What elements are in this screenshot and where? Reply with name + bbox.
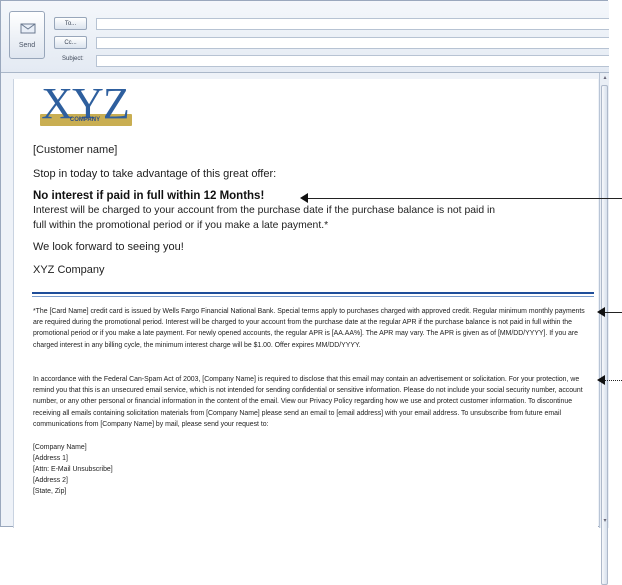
callout-line bbox=[308, 198, 622, 199]
disclosure-paragraph-2: In accordance with the Federal Can-Spam … bbox=[33, 376, 583, 428]
callout-line bbox=[605, 312, 622, 313]
callout-arrowhead bbox=[300, 193, 308, 203]
send-label: Send bbox=[18, 42, 36, 49]
offer-headline: No interest if paid in full within 12 Mo… bbox=[33, 190, 265, 202]
callout-arrowhead bbox=[597, 375, 605, 385]
interest-line-2: full within the promotional period or if… bbox=[33, 220, 329, 231]
signature-text: XYZ Company bbox=[33, 264, 105, 276]
address-line: [Company Name] bbox=[33, 444, 87, 451]
disclosure-paragraph-1: *The [Card Name] credit card is issued b… bbox=[33, 308, 585, 349]
customer-name: [Customer name] bbox=[33, 144, 118, 156]
divider-line bbox=[32, 292, 594, 294]
cc-button[interactable]: Cc... bbox=[54, 36, 87, 49]
send-button[interactable]: Send bbox=[9, 11, 45, 59]
address-line: [Address 1] bbox=[33, 455, 68, 462]
intro-text: Stop in today to take advantage of this … bbox=[33, 168, 277, 180]
closing-text: We look forward to seeing you! bbox=[33, 241, 184, 253]
scroll-down-arrow-icon[interactable]: ▾ bbox=[601, 517, 609, 525]
scroll-thumb[interactable] bbox=[601, 85, 608, 585]
address-line: [State, Zip] bbox=[33, 488, 67, 495]
cc-field[interactable] bbox=[96, 37, 609, 49]
interest-line-1: Interest will be charged to your account… bbox=[33, 205, 496, 216]
send-envelope-icon bbox=[20, 23, 36, 34]
scroll-up-arrow-icon[interactable]: ▴ bbox=[601, 74, 609, 82]
vertical-scrollbar[interactable]: ▴ ▾ bbox=[599, 73, 609, 585]
divider-line-thin bbox=[32, 296, 594, 297]
company-logo: XYZ COMPANY bbox=[32, 82, 138, 134]
to-field[interactable] bbox=[96, 18, 609, 30]
address-line: [Attn: E-Mail Unsubscribe] bbox=[33, 466, 113, 473]
subject-label: Subject: bbox=[62, 56, 84, 62]
logo-subtext: COMPANY bbox=[69, 117, 101, 123]
subject-field[interactable] bbox=[96, 55, 609, 67]
callout-dotted-line bbox=[605, 380, 622, 381]
callout-arrowhead bbox=[597, 307, 605, 317]
to-button[interactable]: To... bbox=[54, 17, 87, 30]
compose-header: Send To... Cc... Subject: bbox=[1, 1, 609, 73]
address-line: [Address 2] bbox=[33, 477, 68, 484]
